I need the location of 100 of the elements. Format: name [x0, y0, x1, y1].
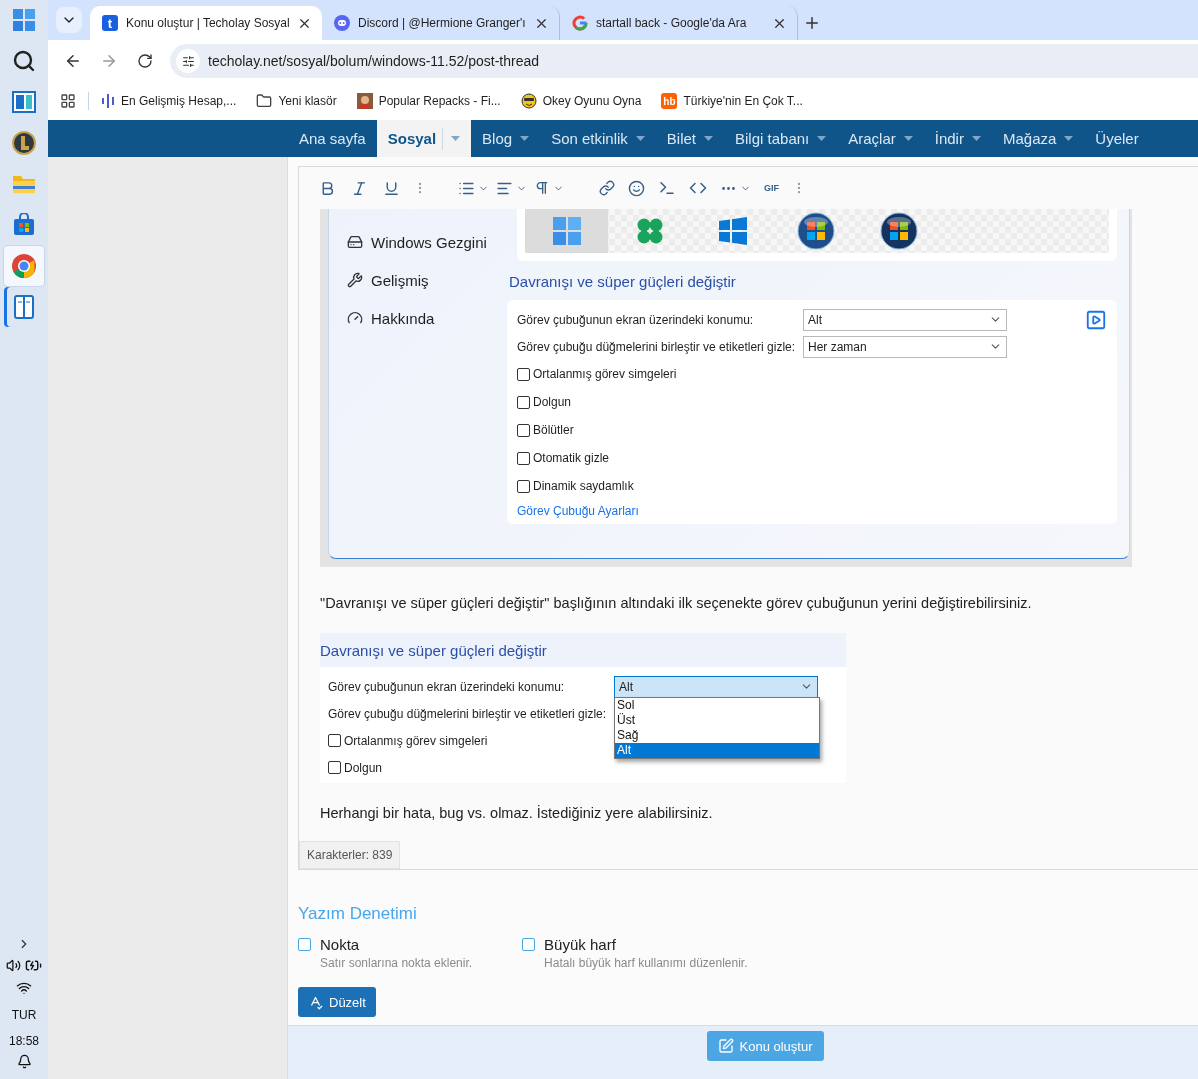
wifi-icon[interactable] [16, 980, 32, 996]
checkbox-label: Nokta [320, 936, 360, 953]
edit-icon [717, 1038, 734, 1054]
start-style-option[interactable] [525, 209, 608, 253]
folder-icon [256, 93, 273, 109]
widgets-icon [12, 91, 36, 113]
nav-item[interactable]: Mağaza [991, 120, 1085, 157]
checkbox-label: Otomatik gizle [533, 451, 610, 465]
bookmark[interactable]: Popular Repacks - Fi... [356, 93, 501, 109]
menu-item[interactable]: Hakkında [347, 299, 507, 337]
nav-item[interactable]: Sosyal [376, 120, 472, 157]
address-bar[interactable]: techolay.net/sosyal/bolum/windows-11.52/post-thread [170, 44, 1198, 78]
caret-icon [971, 136, 981, 141]
character-count: Karakterler: 839 [299, 841, 401, 869]
nav-item[interactable]: İndir [923, 120, 992, 157]
reload-icon [137, 53, 153, 69]
folder-icon [12, 173, 36, 195]
dropdown[interactable]: Alt [803, 308, 1007, 331]
setting-label: Görev çubuğunun ekran üzerindeki konumu: [328, 679, 566, 694]
store-icon [12, 213, 36, 237]
caret-icon [520, 136, 530, 141]
checkbox-label: Bölütler [533, 423, 574, 437]
bookmark[interactable]: Yeni klasör [256, 93, 337, 109]
forward-icon [100, 52, 118, 70]
play-icon[interactable] [1085, 308, 1107, 331]
emoji-icon [520, 93, 537, 109]
thumbnail-icon [356, 93, 373, 109]
paragraph: Herhangi bir hata, bug vs. olmaz. İstediğiniz yere alabilirsiniz. [320, 805, 714, 821]
browser-tab[interactable]: t Konu oluştur | Techolay Sosyal [90, 6, 322, 40]
checkbox-label: Dolgun [533, 395, 572, 409]
menu-item[interactable]: Windows Gezgini [347, 223, 507, 261]
section-heading: Davranışı ve süper güçleri değiştir [320, 633, 846, 667]
checkbox-label: Ortalanmış görev simgeleri [344, 733, 488, 748]
tab-search-button[interactable] [56, 7, 82, 33]
checkbox-label: Ortalanmış görev simgeleri [533, 367, 677, 381]
window-panes-icon [718, 217, 747, 245]
checkbox[interactable] [517, 367, 530, 381]
four-squares-icon [552, 217, 581, 245]
setting-label: Görev çubuğunun ekran üzerindeki konumu: [517, 312, 755, 327]
setting-label: Görev çubuğu düğmelerini birleştir ve etiketleri gizle: [517, 339, 797, 354]
wrench-icon [347, 272, 363, 288]
back-icon [64, 52, 82, 70]
checkbox[interactable] [298, 938, 311, 951]
nav-item[interactable]: Üyeler [1084, 120, 1150, 157]
checkbox[interactable] [328, 761, 341, 774]
terminal-icon[interactable] [658, 179, 676, 197]
language-indicator[interactable]: TUR [11, 1008, 37, 1022]
section-heading: Davranışı ve süper güçleri değiştir [509, 273, 737, 290]
dropdown-option[interactable]: Sol [615, 697, 819, 713]
nav-item[interactable]: Bilgi tabanı [724, 120, 838, 157]
clock[interactable]: 18:58 [9, 1034, 39, 1048]
checkbox[interactable] [328, 734, 341, 747]
dropdown[interactable]: Her zaman [803, 335, 1007, 358]
bookmark[interactable]: En Gelişmiş Hesap,... [101, 93, 237, 109]
gauge-icon [347, 310, 363, 326]
apps-icon[interactable] [60, 93, 76, 109]
checkbox[interactable] [517, 395, 530, 409]
checkbox[interactable] [517, 451, 530, 465]
chat-app-icon [334, 15, 350, 31]
caret-icon [1064, 136, 1074, 141]
spellcheck-icon [308, 994, 323, 1010]
gif-button[interactable]: GIF [764, 183, 779, 193]
hint-text: Hatalı büyük harf kullanımı düzenlenir. [544, 956, 748, 970]
caret-icon [704, 136, 714, 141]
bookmark[interactable]: hb Türkiye'nin En Çok T... [661, 93, 803, 109]
settings-link[interactable]: Görev Çubuğu Ayarları [517, 504, 1107, 518]
volume-icon[interactable] [6, 958, 21, 973]
checkbox-label: Büyük harf [544, 936, 616, 953]
site-logo: hb [661, 93, 678, 109]
underline-icon[interactable] [383, 179, 400, 197]
site-info-icon[interactable] [176, 49, 200, 73]
orb-icon [796, 212, 835, 250]
link-icon[interactable] [599, 180, 615, 196]
paragraph-icon[interactable] [534, 180, 550, 196]
nav-item[interactable]: Son etkinlik [540, 120, 656, 157]
menu-item[interactable]: Gelişmiş [347, 261, 507, 299]
hint-text: Satır sonlarına nokta eklenir. [320, 956, 473, 970]
fix-button[interactable]: Düzelt [298, 987, 376, 1017]
checkbox-label: Dolgun [344, 760, 383, 775]
emoji-icon[interactable] [628, 179, 645, 197]
italic-icon[interactable] [351, 179, 368, 197]
book-icon [13, 295, 35, 319]
nav-item[interactable]: Bilet [655, 120, 725, 157]
bell-icon[interactable] [16, 1054, 32, 1069]
nav-item[interactable]: Blog [471, 120, 541, 157]
checkbox[interactable] [517, 479, 530, 493]
start-icon [13, 9, 35, 31]
clover-icon [635, 217, 664, 245]
setting-label: Görev çubuğu düğmelerini birleştir ve etiketleri gizle: [328, 706, 608, 721]
nav-item[interactable]: Araçlar [837, 120, 924, 157]
caret-icon [817, 136, 827, 141]
checkbox[interactable] [522, 938, 536, 951]
bookmark[interactable]: Okey Oyunu Oyna [520, 93, 642, 109]
search-icon [12, 49, 36, 73]
section-title: Yazım Denetimi [298, 904, 418, 924]
nav-item[interactable]: Ana sayfa [288, 120, 377, 157]
game-icon [12, 131, 36, 155]
checkbox[interactable] [517, 423, 530, 437]
caret-icon [903, 136, 913, 141]
caret-icon [451, 136, 461, 141]
